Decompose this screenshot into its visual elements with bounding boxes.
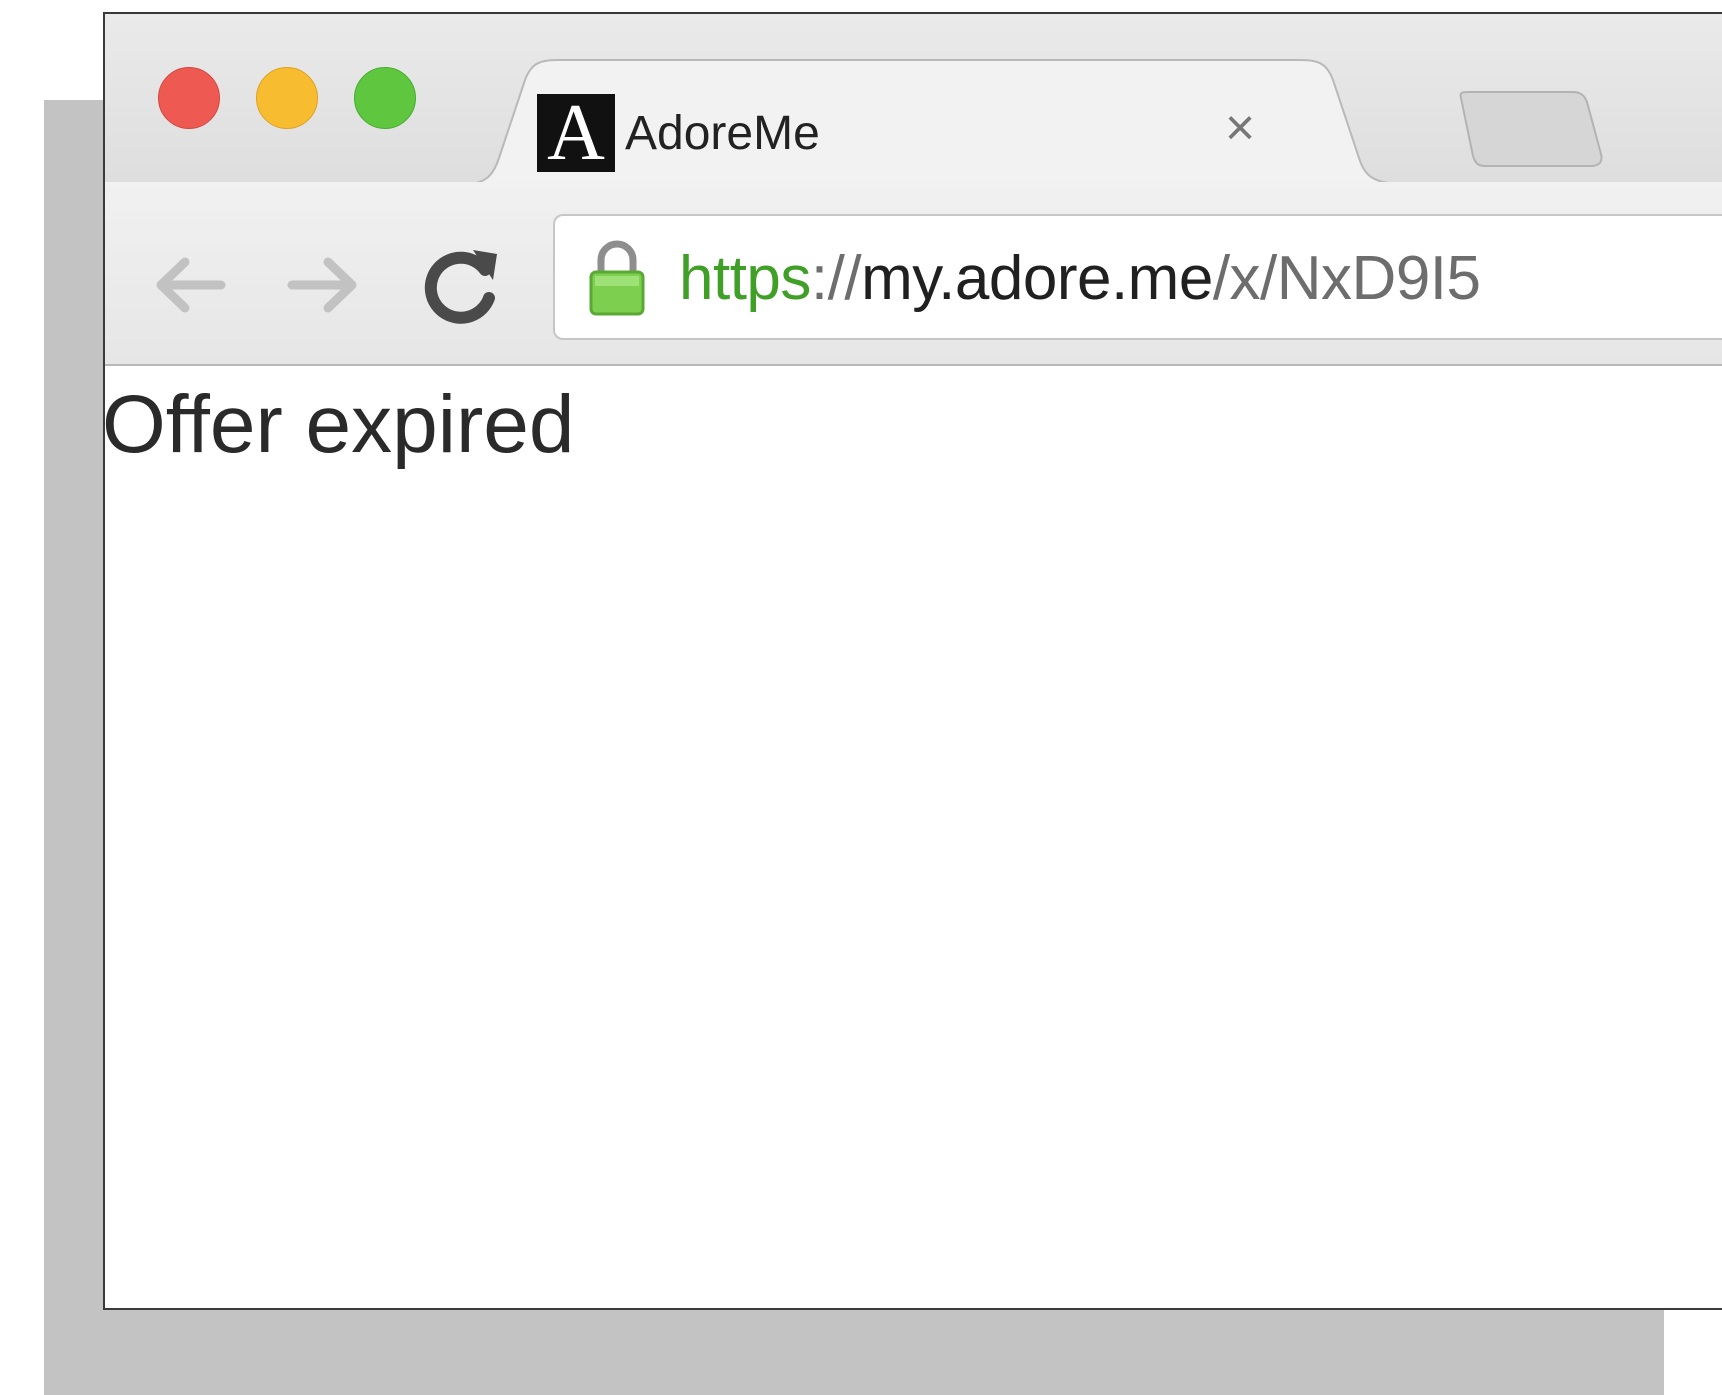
address-url[interactable]: https://my.adore.me/x/NxD9I5 [679, 242, 1481, 316]
forward-arrow-icon[interactable] [280, 240, 370, 330]
back-arrow-icon[interactable] [143, 240, 233, 330]
window-minimize-button[interactable] [256, 67, 318, 129]
window-close-button[interactable] [158, 67, 220, 129]
tab-adoreme[interactable]: A AdoreMe × [465, 58, 1405, 184]
address-bar[interactable]: https://my.adore.me/x/NxD9I5 [553, 214, 1722, 340]
browser-toolbar: https://my.adore.me/x/NxD9I5 [105, 182, 1722, 366]
tab-close-icon[interactable]: × [1210, 98, 1270, 158]
offer-expired-message: Offer expired [103, 379, 575, 470]
tab-strip: A AdoreMe × [105, 14, 1722, 184]
url-path: /x/NxD9I5 [1212, 244, 1481, 313]
url-host: my.adore.me [861, 244, 1213, 313]
lock-icon [589, 240, 645, 316]
browser-window: A AdoreMe × https://my.adore.me/x/NxD9I5… [103, 12, 1722, 1310]
new-tab-button[interactable] [1455, 90, 1605, 170]
tab-title: AdoreMe [625, 107, 820, 160]
url-scheme: https [679, 244, 811, 313]
adoreme-favicon-icon: A [537, 94, 615, 172]
url-separator: :// [810, 244, 862, 313]
reload-icon[interactable] [417, 240, 507, 330]
page-content: Offer expired [105, 366, 1722, 1308]
window-maximize-button[interactable] [354, 67, 416, 129]
